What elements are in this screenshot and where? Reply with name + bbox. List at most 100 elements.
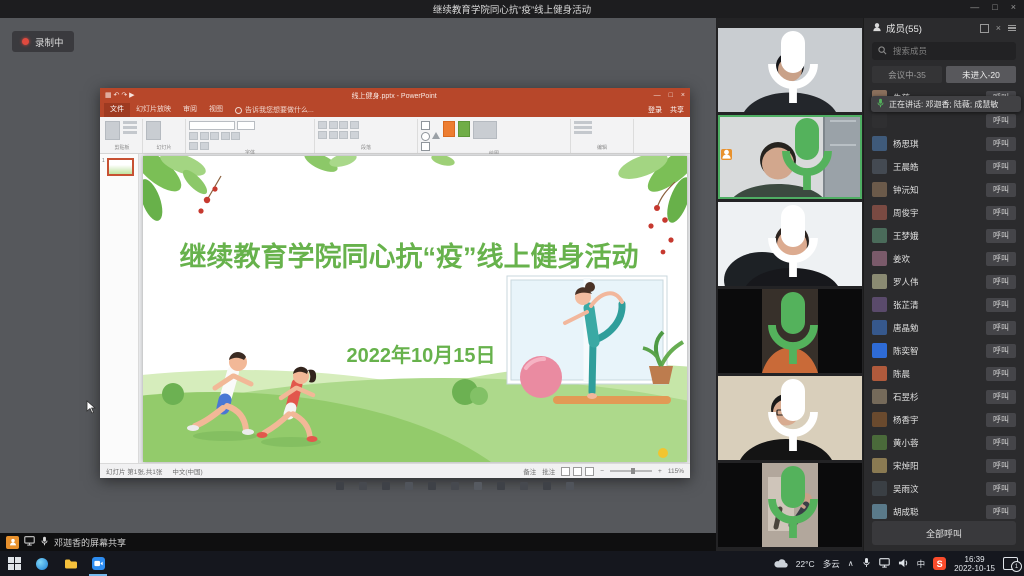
member-row[interactable]: 张芷清呼叫 [872, 293, 1016, 316]
call-button[interactable]: 呼叫 [986, 367, 1016, 381]
member-row[interactable]: 姜欢呼叫 [872, 247, 1016, 270]
sogou-icon[interactable]: S [933, 557, 946, 570]
popout-icon[interactable] [980, 24, 989, 33]
member-row[interactable]: 周俊宇呼叫 [872, 201, 1016, 224]
call-button[interactable]: 呼叫 [986, 482, 1016, 496]
call-button[interactable]: 呼叫 [986, 114, 1016, 128]
call-button[interactable]: 呼叫 [986, 436, 1016, 450]
avatar [872, 251, 887, 266]
call-button[interactable]: 呼叫 [986, 252, 1016, 266]
tab-in-meeting[interactable]: 会议中-35 [872, 66, 942, 83]
shared-screen-taskbar [336, 482, 574, 490]
avatar [872, 481, 887, 496]
minimize-icon[interactable]: — [970, 2, 979, 12]
mic-icon [721, 376, 862, 457]
tray-display-icon[interactable] [879, 555, 890, 573]
browser-icon[interactable] [28, 551, 56, 576]
video-tile[interactable]: 谢皓＠颜天长空 [718, 376, 862, 460]
member-row[interactable]: 唐晶勉呼叫 [872, 316, 1016, 339]
member-row[interactable]: 吴雨汶呼叫 [872, 477, 1016, 500]
member-name: 王梦娥 [893, 230, 980, 242]
video-tile[interactable]: 成慧敏 [718, 463, 862, 547]
ppt-signin: 登录 [648, 105, 662, 115]
member-name: 宋焯阳 [893, 460, 980, 472]
video-tile[interactable]: 罗志强 [718, 28, 862, 112]
member-search-input[interactable] [891, 45, 1010, 57]
weather-cloud-icon[interactable] [773, 555, 788, 573]
call-button[interactable]: 呼叫 [986, 137, 1016, 151]
member-row[interactable]: 陈奕智呼叫 [872, 339, 1016, 362]
member-name: 胡成聪 [893, 506, 980, 518]
avatar [872, 366, 887, 381]
maximize-icon[interactable]: □ [992, 2, 997, 12]
file-explorer-icon[interactable] [56, 551, 84, 576]
call-button[interactable]: 呼叫 [986, 413, 1016, 427]
close-icon[interactable]: × [1011, 2, 1016, 12]
member-row[interactable]: 杨香宇呼叫 [872, 408, 1016, 431]
taskbar-clock[interactable]: 16:39 2022-10-15 [954, 555, 995, 573]
shared-taskbar-icon [336, 482, 344, 490]
tray-mic-icon[interactable] [862, 555, 871, 573]
call-button[interactable]: 呼叫 [986, 321, 1016, 335]
shared-taskbar-icon [405, 482, 413, 490]
member-name: 钟沅知 [893, 184, 980, 196]
slide-title: 继续教育学院同心抗“疫”线上健身活动 [179, 241, 638, 272]
shared-taskbar-icon [520, 482, 528, 490]
meeting-app-icon[interactable] [84, 551, 112, 576]
member-row[interactable]: 胡成聪呼叫 [872, 500, 1016, 519]
call-button[interactable]: 呼叫 [986, 505, 1016, 519]
panel-menu-icon[interactable] [1008, 25, 1016, 32]
tab-not-joined[interactable]: 未进入-20 [946, 66, 1016, 83]
member-row[interactable]: 王梦娥呼叫 [872, 224, 1016, 247]
slide-number: 1 [102, 158, 105, 164]
member-row[interactable]: 石昱杉呼叫 [872, 385, 1016, 408]
call-button[interactable]: 呼叫 [986, 459, 1016, 473]
windows-taskbar: 22°C 多云 ∧ 中 S 16:39 2022-10-15 1 [0, 551, 1024, 576]
call-button[interactable]: 呼叫 [986, 275, 1016, 289]
ppt-tab: 视图 [203, 103, 229, 117]
member-row[interactable]: 王晨皓呼叫 [872, 155, 1016, 178]
ime-indicator[interactable]: 中 [917, 558, 926, 570]
member-search[interactable] [872, 42, 1016, 60]
member-row[interactable]: 黄小蓉呼叫 [872, 431, 1016, 454]
avatar [872, 159, 887, 174]
member-row[interactable]: 陈晨呼叫 [872, 362, 1016, 385]
member-name: 周俊宇 [893, 207, 980, 219]
call-button[interactable]: 呼叫 [986, 160, 1016, 174]
call-button[interactable]: 呼叫 [986, 390, 1016, 404]
notification-center-icon[interactable]: 1 [1003, 557, 1018, 570]
weather-temp[interactable]: 22°C [796, 559, 815, 569]
weather-desc[interactable]: 多云 [823, 558, 840, 570]
members-icon [872, 19, 882, 37]
avatar [872, 343, 887, 358]
call-button[interactable]: 呼叫 [986, 298, 1016, 312]
speaking-toast-text: 正在讲话: 邓迦香; 陆薇; 成慧敏 [889, 99, 998, 110]
member-name: 唐晶勉 [893, 322, 980, 334]
video-tile[interactable]: 陆薇 [718, 289, 862, 373]
member-name: 杨香宇 [893, 414, 980, 426]
call-button[interactable]: 呼叫 [986, 344, 1016, 358]
call-button[interactable]: 呼叫 [986, 183, 1016, 197]
member-row[interactable]: 罗人伟呼叫 [872, 270, 1016, 293]
member-panel-header: 成员(55) × [864, 18, 1024, 38]
video-tile[interactable]: 杜朝辉 [718, 202, 862, 286]
video-tile[interactable]: 邓迦香 [718, 115, 862, 199]
member-name: 罗人伟 [893, 276, 980, 288]
call-button[interactable]: 呼叫 [986, 229, 1016, 243]
member-name: 姜欢 [893, 253, 980, 265]
member-row[interactable]: 宋焯阳呼叫 [872, 454, 1016, 477]
mic-icon [876, 98, 885, 110]
panel-close-icon[interactable]: × [996, 24, 1001, 33]
tray-expand-icon[interactable]: ∧ [848, 559, 854, 568]
start-button[interactable] [0, 551, 28, 576]
call-all-button[interactable]: 全部呼叫 [872, 521, 1016, 545]
member-row[interactable]: 呼叫 [872, 109, 1016, 132]
member-row[interactable]: 钟沅知呼叫 [872, 178, 1016, 201]
call-button[interactable]: 呼叫 [986, 206, 1016, 220]
member-name: 陈晨 [893, 368, 980, 380]
ppt-tab: 审阅 [177, 103, 203, 117]
member-row[interactable]: 杨思琪呼叫 [872, 132, 1016, 155]
tray-volume-icon[interactable] [898, 555, 909, 573]
recording-indicator[interactable]: 录制中 [12, 31, 74, 52]
mic-icon [721, 463, 862, 544]
